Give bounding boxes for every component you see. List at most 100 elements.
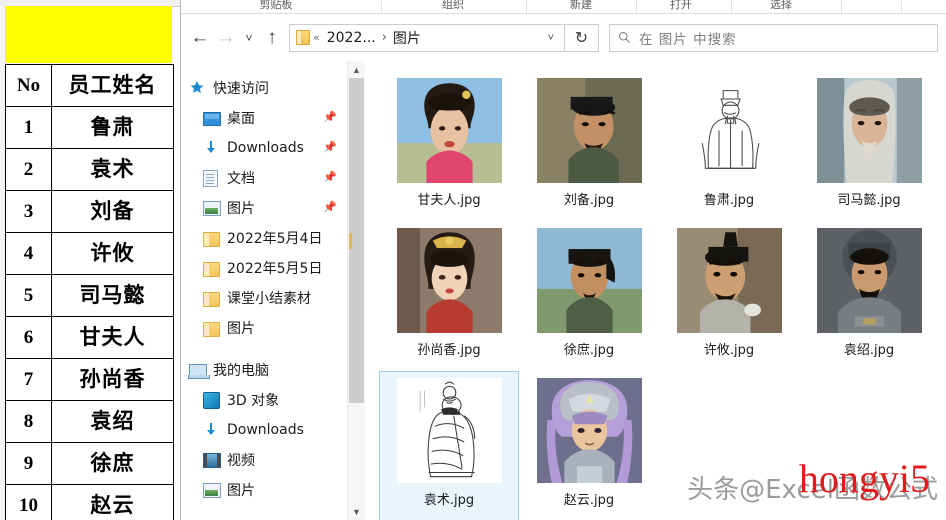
refresh-icon[interactable]: ↻	[565, 23, 599, 52]
scrollbar-thumb[interactable]	[349, 78, 364, 403]
file-tile[interactable]: 鲁肃.jpg	[659, 71, 799, 221]
scroll-down-chevron-down-icon[interactable]: ▼	[348, 503, 365, 520]
address-toolbar[interactable]: ← → ˅ ↑ « 2022... › 图片 ˅ ↻ 在 图片 中搜索	[181, 14, 946, 61]
pin-icon[interactable]: 📌	[323, 172, 337, 184]
table-row[interactable]: 8 袁绍	[5, 400, 174, 443]
file-tile[interactable]: 许攸.jpg	[659, 221, 799, 371]
pictures-icon	[203, 200, 221, 216]
this-pc-icon	[188, 362, 210, 379]
sidebar-item-label: 课堂小结素材	[227, 291, 311, 307]
ribbon-group-5[interactable]: 选择	[751, 0, 811, 12]
thumbnail-image	[396, 228, 502, 333]
cell-no[interactable]: 4	[5, 232, 52, 275]
table-row[interactable]: 9 徐庶	[5, 442, 174, 485]
nav-group-spacer	[181, 343, 347, 355]
file-tile[interactable]: 甘夫人.jpg	[379, 71, 519, 221]
address-bar[interactable]: « 2022... › 图片 ˅	[289, 23, 565, 52]
employee-table[interactable]: No 员工姓名 1 鲁肃 2 袁术 3 刘备 4 许攸 5 司马懿 6 甘夫人 7 孙尚香 8 袁绍 9 徐庶 10 赵云	[5, 64, 174, 520]
file-name-label: 袁术.jpg	[423, 493, 475, 508]
ribbon-group-2[interactable]: 组织	[423, 0, 483, 12]
table-row[interactable]: 1 鲁肃	[5, 106, 174, 149]
cell-no[interactable]: 2	[5, 148, 52, 191]
breadcrumb-overflow[interactable]: «	[310, 31, 323, 44]
sidebar-item[interactable]: 文档 📌	[181, 163, 347, 193]
file-tile[interactable]: 徐庶.jpg	[519, 221, 659, 371]
sidebar-item[interactable]: 图片	[181, 475, 347, 505]
file-tile[interactable]: 刘备.jpg	[519, 71, 659, 221]
pin-icon[interactable]: 📌	[323, 142, 337, 154]
sidebar-item[interactable]: 2022年5月4日	[181, 223, 347, 253]
sidebar-item[interactable]: 图片	[181, 313, 347, 343]
scroll-up-chevron-up-icon[interactable]: ▲	[348, 61, 365, 78]
file-tile[interactable]: 袁术.jpg	[379, 371, 519, 520]
cell-no[interactable]: 10	[5, 484, 52, 520]
file-tile[interactable]: 赵云.jpg	[519, 371, 659, 520]
address-chevron-down-icon[interactable]: ˅	[540, 32, 562, 44]
back-icon[interactable]: ←	[187, 23, 213, 53]
thumbnail-image	[816, 78, 922, 183]
table-row[interactable]: 10 赵云	[5, 484, 174, 520]
cell-employee-name[interactable]: 司马懿	[51, 274, 174, 317]
breadcrumb-item-1[interactable]: 2022...	[323, 30, 380, 46]
breadcrumb-item-2[interactable]: 图片	[389, 28, 425, 48]
file-list-pane[interactable]: 甘夫人.jpg 刘备.jpg 鲁肃.jpg 司马懿.jpg 孙尚香.jpg 徐庶…	[365, 61, 946, 520]
file-tile[interactable]: 袁绍.jpg	[799, 221, 939, 371]
ribbon-group-1[interactable]: 剪贴板	[246, 0, 306, 12]
sidebar-item[interactable]: Downloads	[181, 415, 347, 445]
cell-employee-name[interactable]: 赵云	[51, 484, 174, 520]
cell-no[interactable]: 5	[5, 274, 52, 317]
ribbon-group-3[interactable]: 新建	[551, 0, 611, 12]
sidebar-item[interactable]: Downloads 📌	[181, 133, 347, 163]
table-row[interactable]: 4 许攸	[5, 232, 174, 275]
file-explorer-window[interactable]: 剪贴板 组织 新建 打开 选择 ← → ˅ ↑ « 2022... › 图片 ˅ ↻	[181, 0, 946, 520]
sidebar-item-label: 图片	[227, 201, 255, 217]
sidebar-item[interactable]: 2022年5月5日	[181, 253, 347, 283]
cell-employee-name[interactable]: 袁术	[51, 148, 174, 191]
cell-no[interactable]: 7	[5, 358, 52, 401]
ribbon-separator	[526, 0, 527, 13]
search-box[interactable]: 在 图片 中搜索	[609, 23, 938, 52]
navigation-pane[interactable]: 快速访问 桌面 📌 Downloads 📌 文档 📌 图片 📌 2022年5月4日 2022年5月5…	[181, 61, 347, 520]
pin-icon[interactable]: 📌	[323, 112, 337, 124]
sidebar-item[interactable]: 3D 对象	[181, 385, 347, 415]
file-tile[interactable]: 司马懿.jpg	[799, 71, 939, 221]
table-row[interactable]: 3 刘备	[5, 190, 174, 233]
cell-no[interactable]: 6	[5, 316, 52, 359]
sidebar-group-quick-access[interactable]: 快速访问	[181, 73, 347, 103]
sidebar-group-this-pc[interactable]: 我的电脑	[181, 355, 347, 385]
cell-employee-name[interactable]: 鲁肃	[51, 106, 174, 149]
thumbnail-image	[536, 228, 642, 333]
cell-no[interactable]: 8	[5, 400, 52, 443]
file-thumbnail	[396, 228, 502, 333]
cell-employee-name[interactable]: 袁绍	[51, 400, 174, 443]
cell-employee-name[interactable]: 许攸	[51, 232, 174, 275]
cell-employee-name[interactable]: 甘夫人	[51, 316, 174, 359]
ribbon-group-4[interactable]: 打开	[651, 0, 711, 12]
cell-employee-name[interactable]: 孙尚香	[51, 358, 174, 401]
ribbon-strip[interactable]: 剪贴板 组织 新建 打开 选择	[181, 0, 946, 14]
cell-no[interactable]: 9	[5, 442, 52, 485]
cell-employee-name[interactable]: 徐庶	[51, 442, 174, 485]
cell-no[interactable]: 3	[5, 190, 52, 233]
table-row[interactable]: 2 袁术	[5, 148, 174, 191]
sidebar-item[interactable]: 图片 📌	[181, 193, 347, 223]
table-row[interactable]: 7 孙尚香	[5, 358, 174, 401]
file-tile-grid: 甘夫人.jpg 刘备.jpg 鲁肃.jpg 司马懿.jpg 孙尚香.jpg 徐庶…	[379, 71, 946, 520]
table-row[interactable]: 6 甘夫人	[5, 316, 174, 359]
file-thumbnail	[676, 228, 782, 333]
sidebar-item[interactable]: 课堂小结素材	[181, 283, 347, 313]
pin-icon[interactable]: 📌	[323, 202, 337, 214]
navigation-scrollbar[interactable]: ▲ ▼	[347, 61, 365, 520]
up-icon[interactable]: ↑	[259, 23, 285, 53]
folder-icon	[203, 260, 220, 277]
file-tile[interactable]: 孙尚香.jpg	[379, 221, 519, 371]
forward-icon[interactable]: →	[213, 23, 239, 53]
table-header-row: No 员工姓名	[5, 64, 174, 107]
sidebar-item[interactable]: 视频	[181, 445, 347, 475]
sidebar-item[interactable]: 桌面 📌	[181, 103, 347, 133]
table-row[interactable]: 5 司马懿	[5, 274, 174, 317]
spreadsheet-pane[interactable]: No 员工姓名 1 鲁肃 2 袁术 3 刘备 4 许攸 5 司马懿 6 甘夫人 7 孙尚香 8 袁绍 9 徐庶 10 赵云	[0, 0, 181, 520]
cell-no[interactable]: 1	[5, 106, 52, 149]
cell-employee-name[interactable]: 刘备	[51, 190, 174, 233]
recent-locations-chevron-down-icon[interactable]: ˅	[239, 23, 259, 53]
